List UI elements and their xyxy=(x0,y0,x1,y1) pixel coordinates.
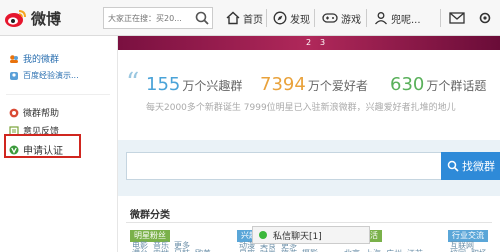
user-icon xyxy=(375,12,387,25)
carousel-page-3[interactable]: 3 xyxy=(320,38,325,47)
nav-divider xyxy=(440,9,441,27)
sidebar-item-my-groups[interactable]: 我的微群 xyxy=(9,52,59,65)
nav-user[interactable]: 兜呢... xyxy=(374,8,421,28)
top-search-box[interactable] xyxy=(103,7,213,29)
top-bar: 微博 首页 发现 游戏 xyxy=(0,0,500,36)
nav-discover-label: 发现 xyxy=(290,14,310,26)
group-search-panel: 找微群 xyxy=(118,140,500,196)
weibo-eye-icon xyxy=(5,10,26,27)
group-small-icon xyxy=(10,71,18,80)
top-search-input[interactable] xyxy=(104,8,189,28)
stat-unit: 万个爱好者 xyxy=(307,79,368,93)
nav-discover[interactable]: 发现 xyxy=(273,8,310,28)
stat-number: 7394 xyxy=(260,74,306,95)
gamepad-icon xyxy=(322,13,338,23)
stat-number: 155 xyxy=(146,74,181,95)
category-links-row: 互联网 xyxy=(450,240,479,251)
sidebar-divider xyxy=(6,94,110,95)
carousel-page-2[interactable]: 2 xyxy=(306,38,311,47)
category-link[interactable]: 电影 xyxy=(132,241,148,250)
category-link[interactable]: 互联网 xyxy=(450,241,474,250)
left-sidebar: 我的微群 百度经验演示... 微群帮助 意见反馈 申请认证 xyxy=(0,36,118,252)
search-icon[interactable] xyxy=(194,10,210,26)
nav-home[interactable]: 首页 xyxy=(226,8,263,28)
stat-topics: 630 万个群话题 xyxy=(390,74,486,95)
sidebar-item-label: 微群帮助 xyxy=(23,109,60,119)
search-icon xyxy=(447,160,459,172)
find-group-button[interactable]: 找微群 xyxy=(441,152,500,180)
category-links-row: 北京上海广州江苏 xyxy=(344,248,428,252)
sidebar-item-label: 百度经验演示... xyxy=(23,71,79,80)
verify-highlight-box xyxy=(4,134,81,158)
quote-mark-icon: “ xyxy=(126,68,140,98)
category-divider xyxy=(126,222,492,223)
banner-carousel[interactable]: 2 3 xyxy=(118,36,500,50)
stat-fans: 7394 万个爱好者 xyxy=(260,74,368,95)
nav-user-label: 兜呢... xyxy=(391,14,421,26)
category-link[interactable]: 音乐 xyxy=(153,241,169,250)
nav-games-label: 游戏 xyxy=(341,14,361,26)
private-chat-label: 私信聊天[1] xyxy=(273,231,322,242)
nav-home-label: 首页 xyxy=(243,14,263,26)
sidebar-item-baidu-group[interactable]: 百度经验演示... xyxy=(9,70,79,81)
group-search-input[interactable] xyxy=(126,152,442,180)
private-chat-bar[interactable]: 私信聊天[1] xyxy=(252,226,370,244)
stat-unit: 万个群话题 xyxy=(426,79,487,93)
main-content: 2 3 “ 155 万个兴趣群 7394 万个爱好者 630 万个群话题 每天2… xyxy=(118,36,500,252)
home-icon xyxy=(226,11,240,25)
nav-divider xyxy=(366,9,367,27)
find-group-label: 找微群 xyxy=(462,160,495,173)
stat-number: 630 xyxy=(390,74,425,95)
nav-divider xyxy=(314,9,315,27)
stat-unit: 万个兴趣群 xyxy=(182,79,243,93)
online-status-icon xyxy=(259,231,267,239)
category-link[interactable]: 更多 xyxy=(174,241,190,250)
logo-text: 微博 xyxy=(31,9,62,28)
category-title: 微群分类 xyxy=(130,210,170,221)
compass-icon xyxy=(273,11,287,25)
nav-divider xyxy=(266,9,267,27)
weibo-logo[interactable]: 微博 xyxy=(4,5,61,31)
category-links-row: 电影 音乐 更多 xyxy=(132,240,195,251)
sidebar-item-help[interactable]: 微群帮助 xyxy=(9,106,59,119)
stats-subtitle: 每天2000多个新群诞生 7999位明星已入驻新浪微群，兴趣爱好者扎堆的地儿 xyxy=(146,103,456,113)
group-icon xyxy=(10,54,18,63)
settings-icon[interactable] xyxy=(478,11,492,25)
stat-groups: 155 万个兴趣群 xyxy=(146,74,242,95)
stats-panel: “ 155 万个兴趣群 7394 万个爱好者 630 万个群话题 每天2000多… xyxy=(118,50,500,140)
nav-games[interactable]: 游戏 xyxy=(322,8,361,28)
help-icon xyxy=(9,108,19,117)
sidebar-item-label: 我的微群 xyxy=(23,55,60,65)
mail-icon[interactable] xyxy=(449,12,465,24)
